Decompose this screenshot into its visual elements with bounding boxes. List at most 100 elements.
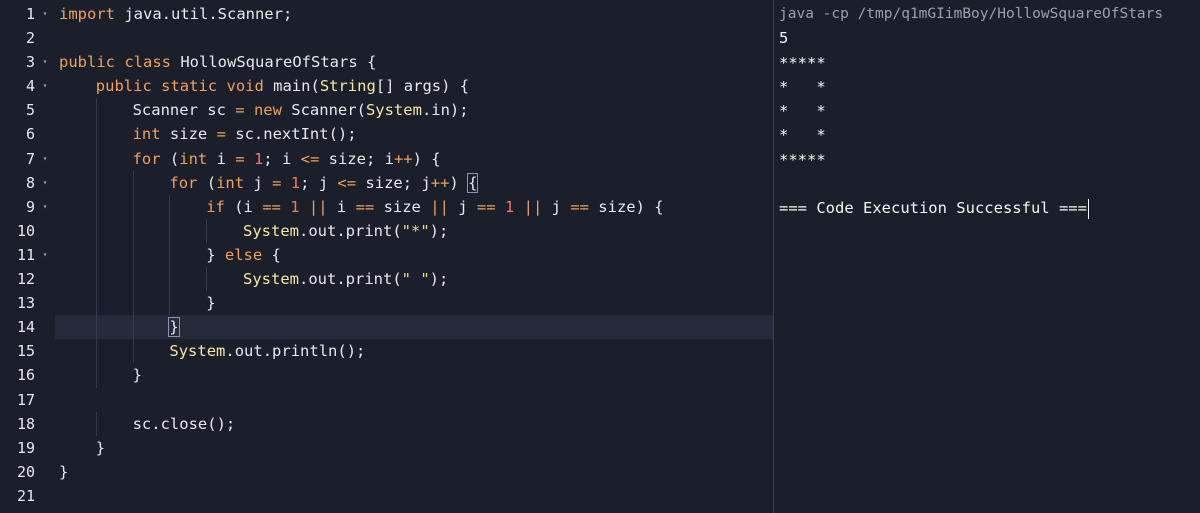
code-line[interactable]: } else { (59, 242, 773, 268)
fold-toggle-icon[interactable]: ▾ (39, 195, 51, 219)
code-token: j (448, 197, 477, 216)
fold-toggle-icon[interactable]: ▾ (39, 50, 51, 74)
code-token: == (262, 197, 281, 216)
fold-toggle-icon[interactable]: ▾ (39, 2, 51, 26)
code-token: ; j (300, 173, 338, 192)
code-token: 1 (290, 197, 300, 216)
code-line[interactable] (59, 388, 773, 412)
compiler-workspace: 1 ▾ 2 3 ▾ 4 ▾ 5 6 7 ▾ 8 ▾ 9 ▾ 10 11 ▾ 12 13 14 15 16 17 18 19 20 21… (0, 0, 1200, 513)
code-token: { (262, 245, 281, 264)
indent-guide (169, 218, 171, 243)
fold-toggle-icon[interactable]: ▾ (39, 147, 51, 171)
indent-guide (132, 170, 134, 195)
line-number: 6 (0, 122, 56, 146)
line-number: 16 (0, 363, 56, 387)
line-number: 19 (0, 436, 56, 460)
code-token: [] args) { (375, 77, 470, 96)
line-number: 18 (0, 412, 56, 436)
line-number: 21 (0, 484, 56, 508)
code-token: new (253, 101, 282, 120)
code-token: = (235, 101, 245, 120)
indent-guide (206, 267, 208, 292)
indent-guide (95, 194, 97, 219)
indent-guide (95, 170, 97, 195)
line-number-text: 21 (16, 486, 35, 505)
line-number: 17 (0, 388, 56, 412)
indent-guide (169, 194, 171, 219)
code-token: = (272, 173, 282, 192)
code-token: j (244, 173, 273, 192)
code-line[interactable]: for (int i = 1; i <= size; i++) { (59, 146, 773, 171)
code-line[interactable]: Scanner sc = new Scanner(System.in); (59, 98, 773, 123)
indent-guide (132, 267, 134, 292)
code-token: = (235, 149, 245, 168)
line-number: 9 ▾ (0, 195, 56, 219)
line-number-text: 12 (16, 270, 35, 289)
code-line[interactable]: for (int j = 1; j <= size; j++) { (59, 170, 773, 195)
output-line: * * (779, 126, 826, 145)
code-token: } (168, 317, 180, 338)
indent-guide (95, 339, 97, 364)
code-token: j (542, 197, 571, 216)
code-line[interactable]: } (55, 315, 773, 340)
code-token: String (319, 77, 376, 96)
line-number: 4 ▾ (0, 74, 56, 98)
code-line[interactable]: public static void main(String[] args) { (59, 74, 773, 98)
code-token: Scanner( (281, 101, 366, 120)
output-line: * * (779, 77, 826, 96)
line-number: 1 ▾ (0, 2, 56, 26)
code-token: size (374, 197, 431, 216)
line-number: 2 (0, 26, 56, 50)
fold-toggle-icon[interactable]: ▾ (39, 74, 51, 98)
code-line[interactable]: public class HollowSquareOfStars { (59, 50, 773, 74)
code-token: size; i (319, 149, 394, 168)
code-token: ); (429, 221, 449, 240)
code-token: void (226, 77, 264, 96)
code-line[interactable]: } (59, 460, 773, 484)
run-command: java -cp /tmp/q1mGIimBoy/HollowSquareOfS… (779, 6, 1164, 22)
line-number-text: 16 (16, 366, 35, 385)
indent-guide (169, 291, 171, 316)
indent-guide (95, 242, 97, 268)
output-line: 5 (779, 29, 789, 48)
code-line[interactable]: System.out.println(); (59, 339, 773, 364)
code-line[interactable]: System.out.print(" "); (59, 267, 773, 292)
code-editor[interactable]: 1 ▾ 2 3 ▾ 4 ▾ 5 6 7 ▾ 8 ▾ 9 ▾ 10 11 ▾ 12 13 14 15 16 17 18 19 20 21… (0, 0, 773, 513)
indent-guide (132, 315, 134, 340)
code-token: HollowSquareOfStars { (171, 53, 377, 72)
fold-toggle-icon[interactable]: ▾ (39, 243, 51, 267)
code-line[interactable]: int size = sc.nextInt(); (59, 122, 773, 147)
code-line[interactable]: } (59, 436, 773, 460)
code-line[interactable]: import java.util.Scanner; (59, 2, 773, 26)
fold-toggle-icon[interactable]: ▾ (39, 171, 51, 195)
indent-guide (132, 194, 134, 219)
code-area[interactable]: import java.util.Scanner; public class Ho… (55, 2, 773, 508)
code-line[interactable]: System.out.print("*"); (59, 218, 773, 243)
code-line[interactable]: } (59, 291, 773, 316)
code-token: } (95, 438, 106, 457)
code-line[interactable]: } (59, 363, 773, 388)
code-line[interactable] (59, 484, 773, 508)
line-number-text: 1 (25, 5, 35, 23)
indent-guide (95, 411, 97, 436)
line-number-gutter: 1 ▾ 2 3 ▾ 4 ▾ 5 6 7 ▾ 8 ▾ 9 ▾ 10 11 ▾ 12 13 14 15 16 17 18 19 20 21 (0, 0, 56, 513)
code-token: } (59, 462, 69, 481)
line-number: 5 (0, 98, 56, 122)
indent-guide (169, 267, 171, 292)
line-number-text: 4 (25, 77, 35, 96)
code-token: import (59, 5, 115, 23)
code-line[interactable]: sc.close(); (59, 411, 773, 436)
indent-guide (95, 315, 97, 340)
code-token: = (216, 125, 226, 144)
code-token: static (161, 77, 218, 96)
line-number: 10 (0, 219, 56, 243)
code-line[interactable] (59, 26, 773, 50)
code-token: ( (197, 173, 217, 192)
output-line: * * (779, 102, 826, 121)
code-line[interactable]: if (i == 1 || i == size || j == 1 || j =… (59, 194, 773, 219)
code-token: } (206, 294, 216, 313)
code-token: .out.println(); (225, 342, 366, 361)
